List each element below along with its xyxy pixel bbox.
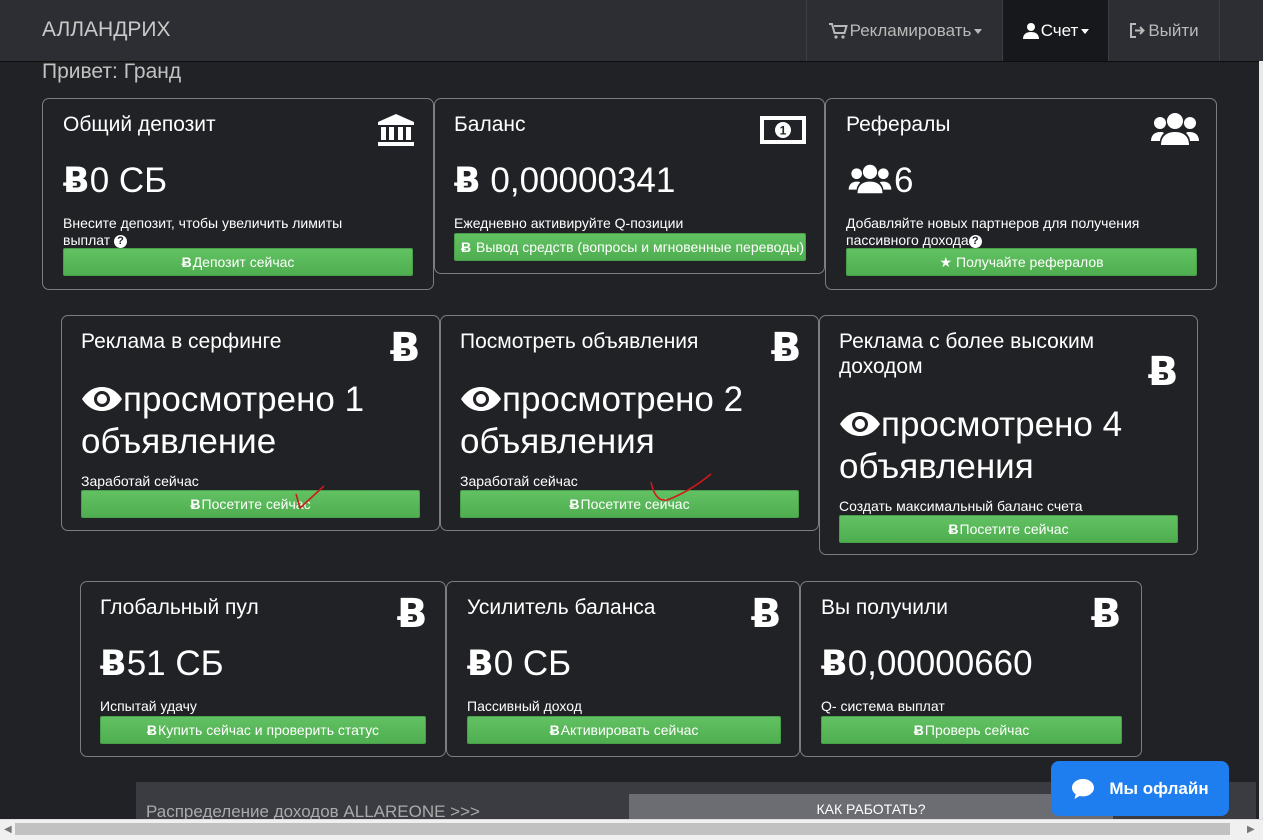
bitcoin-icon: Ƀ bbox=[821, 644, 848, 684]
card-description: Ежедневно активируйте Q-позиции bbox=[454, 215, 684, 231]
card-description: Создать максимальный баланс счета bbox=[839, 498, 1083, 514]
bitcoin-icon: Ƀ bbox=[569, 496, 580, 512]
card-title: Реклама с более высоким доходом bbox=[839, 330, 1095, 378]
users-icon bbox=[848, 164, 892, 194]
high-income-ads-card: Реклама с более высоким доходом Ƀ просмот… bbox=[819, 315, 1198, 555]
get-referrals-button[interactable]: ★ Получайте рефералов bbox=[846, 248, 1197, 276]
card-description: Заработай сейчас bbox=[81, 473, 199, 489]
brand-logo[interactable]: АЛЛАНДРИХ bbox=[42, 18, 171, 42]
shopping-cart-icon bbox=[828, 22, 848, 39]
bank-icon bbox=[378, 114, 414, 146]
account-label: Счет bbox=[1040, 20, 1079, 40]
card-title: Вы получили bbox=[821, 596, 948, 619]
deposit-now-button[interactable]: Ƀ Депозит сейчас bbox=[63, 248, 413, 276]
bitcoin-icon: Ƀ bbox=[397, 591, 428, 637]
account-menu[interactable]: Счет bbox=[1002, 0, 1109, 61]
view-ads-value: просмотрено 2 объявления bbox=[460, 380, 744, 461]
bitcoin-icon: Ƀ bbox=[63, 161, 90, 201]
buy-now-button[interactable]: Ƀ Купить сейчас и проверить статус bbox=[100, 716, 426, 744]
advertise-label: Рекламировать bbox=[849, 20, 972, 40]
card-description: Испытай удачу bbox=[100, 698, 197, 714]
scroll-right-icon[interactable]: ▶ bbox=[1247, 824, 1255, 835]
card-description: Q- система выплат bbox=[821, 698, 945, 714]
surf-ads-card: Реклама в серфинге Ƀ просмотрено 1 объявл… bbox=[61, 315, 440, 531]
card-description: Заработай сейчас bbox=[460, 473, 578, 489]
card-description: Внесите депозит, чтобы увеличить лимиты … bbox=[63, 215, 343, 248]
svg-text:1: 1 bbox=[780, 124, 787, 138]
card-title: Рефералы bbox=[846, 113, 951, 136]
logout-label: Выйти bbox=[1148, 20, 1199, 40]
received-value: Ƀ0,00000660 bbox=[821, 644, 1033, 684]
card-title: Усилитель баланса bbox=[467, 596, 656, 619]
bitcoin-icon: Ƀ bbox=[1091, 591, 1122, 637]
logout-link[interactable]: Выйти bbox=[1108, 0, 1220, 61]
card-title: Баланс bbox=[454, 113, 526, 136]
bitcoin-icon: Ƀ bbox=[454, 161, 481, 201]
withdraw-button[interactable]: Ƀ Вывод средств (вопросы и мгновенные пе… bbox=[454, 233, 806, 261]
card-description: Пассивный доход bbox=[467, 698, 582, 714]
chevron-down-icon bbox=[974, 29, 983, 34]
top-navbar: АЛЛАНДРИХ Рекламировать Счет Выйти bbox=[0, 0, 1263, 62]
bitcoin-icon: Ƀ bbox=[461, 239, 472, 255]
referrals-card: Рефералы 6 Добавляйте новых партнеров дл… bbox=[825, 98, 1217, 290]
bitcoin-icon: Ƀ bbox=[100, 644, 127, 684]
user-icon bbox=[1022, 23, 1039, 39]
money-bill-icon: 1 bbox=[760, 116, 806, 144]
bitcoin-icon: Ƀ bbox=[190, 496, 201, 512]
chat-status-label: Мы офлайн bbox=[1109, 778, 1209, 798]
deposit-card: Общий депозит Ƀ0 СБ Внесите депозит, что… bbox=[42, 98, 434, 290]
card-title: Общий депозит bbox=[63, 113, 216, 136]
red-check-mark-annotation bbox=[295, 485, 325, 510]
vertical-scrollbar[interactable] bbox=[1259, 61, 1263, 821]
bitcoin-icon: Ƀ bbox=[913, 722, 924, 738]
visit-now-button[interactable]: Ƀ Посетите сейчас bbox=[460, 490, 799, 518]
eye-icon bbox=[461, 387, 501, 411]
users-icon bbox=[1151, 113, 1199, 145]
chat-widget[interactable]: Мы офлайн bbox=[1051, 761, 1229, 816]
question-circle-icon[interactable]: ? bbox=[968, 235, 982, 248]
chevron-down-icon bbox=[1081, 29, 1090, 34]
bitcoin-icon: Ƀ bbox=[390, 325, 421, 371]
sign-out-icon bbox=[1130, 23, 1146, 38]
card-title: Посмотреть объявления bbox=[460, 330, 699, 353]
bitcoin-icon: Ƀ bbox=[751, 591, 782, 637]
card-title: Глобальный пул bbox=[100, 596, 259, 619]
balance-booster-card: Усилитель баланса Ƀ Ƀ0 СБ Пассивный дохо… bbox=[446, 581, 800, 757]
referrals-value: 6 bbox=[846, 160, 913, 202]
bitcoin-icon: Ƀ bbox=[467, 644, 494, 684]
bitcoin-icon: Ƀ bbox=[948, 521, 959, 537]
bitcoin-icon: Ƀ bbox=[1148, 349, 1179, 395]
advertise-menu[interactable]: Рекламировать bbox=[806, 0, 1003, 61]
deposit-value: Ƀ0 СБ bbox=[63, 161, 168, 201]
eye-icon bbox=[82, 387, 122, 411]
balance-value: Ƀ 0,00000341 bbox=[454, 161, 676, 201]
scrollbar-thumb[interactable] bbox=[15, 823, 1230, 835]
scroll-left-icon[interactable]: ◀ bbox=[4, 824, 12, 835]
visit-now-button[interactable]: Ƀ Посетите сейчас bbox=[81, 490, 420, 518]
eye-icon bbox=[840, 412, 880, 436]
bitcoin-icon: Ƀ bbox=[771, 325, 802, 371]
star-icon: ★ bbox=[939, 253, 952, 270]
card-description: Добавляйте новых партнеров для получения… bbox=[846, 215, 1140, 248]
booster-value: Ƀ0 СБ bbox=[467, 644, 572, 684]
high-income-value: просмотрено 4 объявления bbox=[839, 405, 1123, 486]
bitcoin-icon: Ƀ bbox=[181, 254, 192, 270]
balance-card: Баланс 1 Ƀ 0,00000341 Ежедневно активиру… bbox=[434, 98, 825, 274]
horizontal-scrollbar[interactable]: ◀ ▶ bbox=[0, 819, 1263, 840]
global-pool-value: Ƀ51 СБ bbox=[100, 644, 224, 684]
question-circle-icon[interactable]: ? bbox=[114, 235, 128, 248]
global-pool-card: Глобальный пул Ƀ Ƀ51 СБ Испытай удачу ɃК… bbox=[80, 581, 446, 757]
chat-bubble-icon bbox=[1072, 778, 1095, 799]
view-ads-card: Посмотреть объявления Ƀ просмотрено 2 объ… bbox=[440, 315, 819, 531]
bitcoin-icon: Ƀ bbox=[146, 722, 158, 738]
surf-ads-value: просмотрено 1 объявление bbox=[81, 380, 365, 461]
received-card: Вы получили Ƀ Ƀ0,00000660 Q- система вып… bbox=[800, 581, 1142, 757]
card-title: Реклама в серфинге bbox=[81, 330, 282, 353]
greeting-text: Привет: Гранд bbox=[42, 60, 182, 83]
activate-now-button[interactable]: Ƀ Активировать сейчас bbox=[467, 716, 781, 744]
red-check-mark-annotation bbox=[650, 473, 712, 501]
bitcoin-icon: Ƀ bbox=[549, 722, 560, 738]
visit-now-button[interactable]: Ƀ Посетите сейчас bbox=[839, 515, 1178, 543]
check-now-button[interactable]: Ƀ Проверь сейчас bbox=[821, 716, 1122, 744]
